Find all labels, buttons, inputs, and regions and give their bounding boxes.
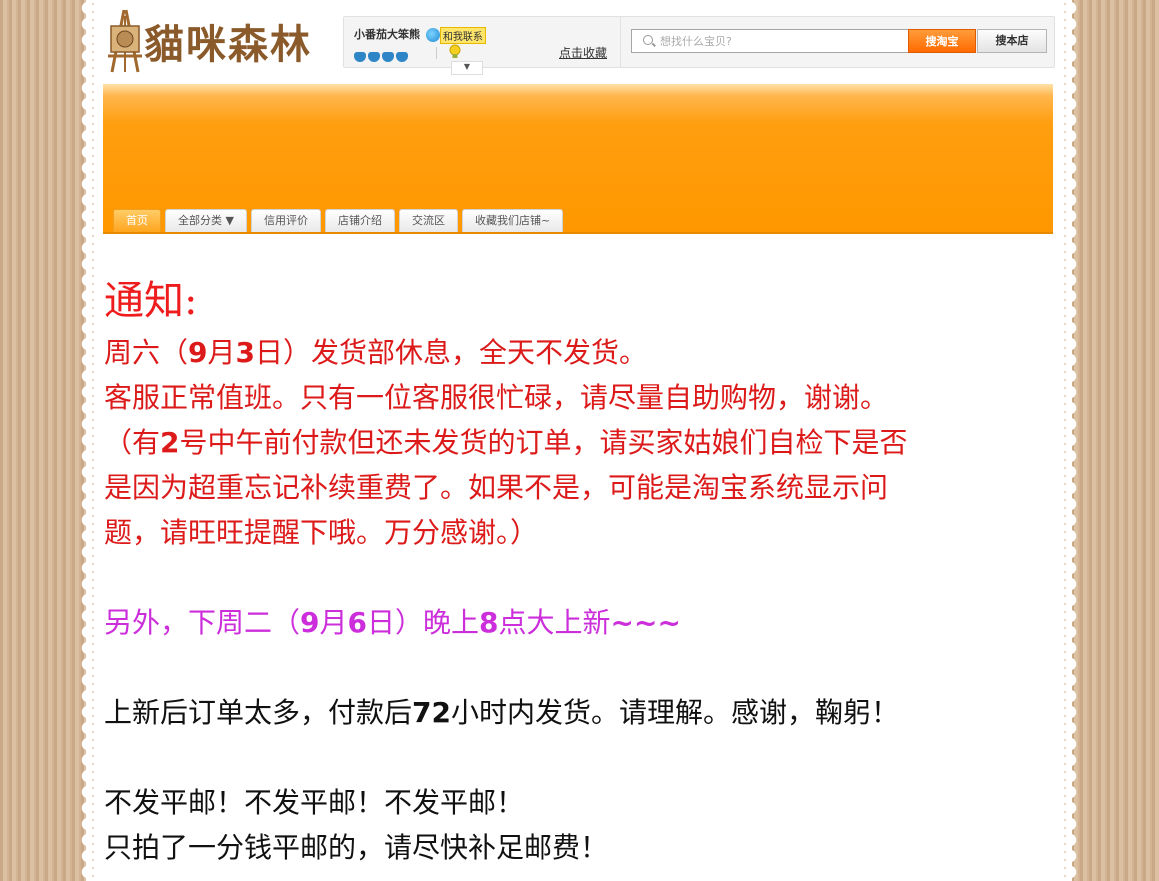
tab-all-categories[interactable]: 全部分类 ▼ [165,209,247,232]
shop-nav: 首页 全部分类 ▼ 信用评价 店铺介绍 交流区 收藏我们店铺~ [113,209,564,232]
tab-credit-reviews[interactable]: 信用评价 [250,209,321,232]
tab-store-intro[interactable]: 店铺介绍 [324,209,395,232]
im-status-icon[interactable] [425,28,440,42]
easel-icon [108,9,142,73]
search-input[interactable]: 想找什么宝贝? [631,29,910,53]
contact-button[interactable]: 和我联系 [439,26,486,44]
notice-line: 周六（9月3日）发货部休息，全天不发货。 [104,336,648,369]
shop-info-bar: 小番茄大笨熊 和我联系 ▼ 点击收藏 想找什么宝贝? 搜淘宝 搜本店 [343,16,1055,75]
notice-line: 客服正常值班。只有一位客服很忙碌，请尽量自助购物，谢谢。 [104,381,889,414]
notice-line: （有2号中午前付款但还未发货的订单，请买家姑娘们自检下是否 [104,426,908,459]
shipping-notice: 不发平邮！不发平邮！不发平邮！ [104,786,525,819]
search-icon [643,35,653,45]
notice-title: 通知: [104,278,198,324]
search-taobao-button[interactable]: 搜淘宝 [908,29,976,53]
crown-icon [382,52,394,62]
seller-info: 小番茄大笨熊 和我联系 [354,26,486,44]
shop-banner: 首页 全部分类 ▼ 信用评价 店铺介绍 交流区 收藏我们店铺~ [103,84,1053,234]
tab-forum[interactable]: 交流区 [398,209,458,232]
tab-home[interactable]: 首页 [113,209,161,232]
left-scallop-border [76,0,88,881]
crown-icon [354,52,366,62]
shipping-notice: 上新后订单太多，付款后72小时内发货。请理解。感谢，鞠躬！ [104,696,899,729]
seller-rating-crowns [354,47,410,66]
shop-logo[interactable]: 貓咪森林 [104,6,336,76]
new-arrival-notice: 另外，下周二（9月6日）晚上8点大上新~~~ [104,606,681,639]
search-store-button[interactable]: 搜本店 [977,29,1047,53]
seller-name[interactable]: 小番茄大笨熊 [354,28,420,41]
left-dot-border [92,0,94,881]
dropdown-arrow-button[interactable]: ▼ [451,61,483,75]
divider [436,47,437,59]
divider [620,17,621,67]
favorite-link[interactable]: 点击收藏 [559,44,607,61]
right-scallop-border [1070,0,1082,881]
logo-text: 貓咪森林 [144,21,312,68]
search-placeholder: 想找什么宝贝? [660,35,732,48]
tab-favorite-store[interactable]: 收藏我们店铺~ [461,209,564,232]
right-dot-border [1064,0,1066,881]
lightbulb-icon[interactable] [448,44,462,60]
crown-icon [368,52,380,62]
notice-line: 题，请旺旺提醒下哦。万分感谢。） [104,516,539,549]
notice-section: 通知: 周六（9月3日）发货部休息，全天不发货。 客服正常值班。只有一位客服很忙… [104,272,1064,870]
notice-line: 是因为超重忘记补续重费了。如果不是，可能是淘宝系统显示问 [104,471,889,504]
crown-icon [396,52,408,62]
shipping-notice: 只拍了一分钱平邮的，请尽快补足邮费！ [104,831,609,864]
